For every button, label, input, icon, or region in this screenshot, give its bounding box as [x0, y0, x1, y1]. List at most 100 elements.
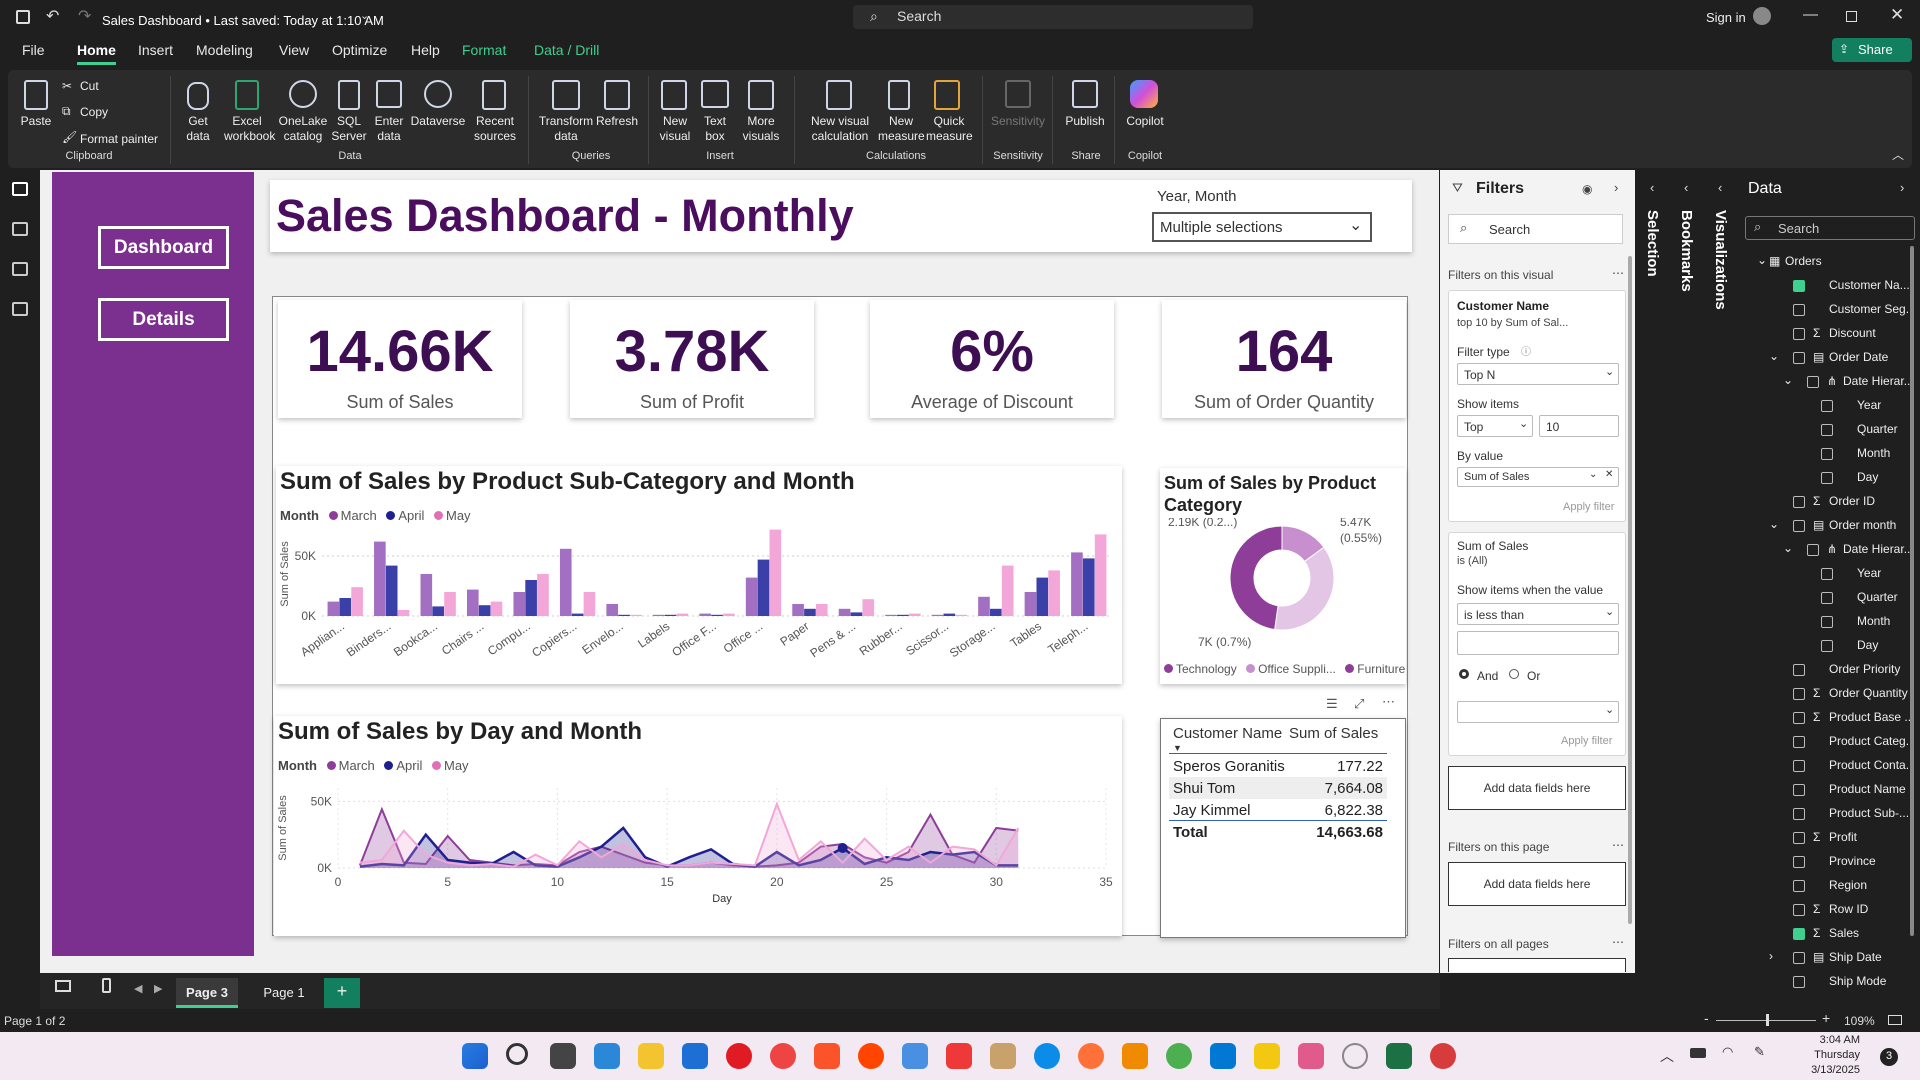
- transform-data-button[interactable]: Transform data: [538, 114, 594, 144]
- kpi-card-sales[interactable]: 14.66K Sum of Sales: [278, 300, 522, 418]
- field-checkbox[interactable]: [1793, 880, 1805, 892]
- chrome-icon[interactable]: [770, 1043, 796, 1069]
- field-checkbox[interactable]: [1793, 520, 1805, 532]
- field-checkbox[interactable]: [1821, 640, 1833, 652]
- expand-visualizations-icon[interactable]: ‹: [1718, 180, 1722, 195]
- field-checkbox[interactable]: [1821, 400, 1833, 412]
- more-visuals-button[interactable]: More visuals: [736, 114, 786, 144]
- redo-icon[interactable]: ↷: [78, 6, 91, 26]
- bar-chart-card[interactable]: Sum of Sales by Product Sub-Category and…: [276, 466, 1122, 684]
- text-box-button[interactable]: Text box: [698, 114, 732, 144]
- data-field-item[interactable]: Date Hierar...: [1843, 542, 1911, 556]
- focus-mode-icon[interactable]: ⤢: [1354, 696, 1364, 712]
- battery-icon[interactable]: [1690, 1048, 1706, 1058]
- field-checkbox[interactable]: [1793, 280, 1805, 292]
- apply-filter-button[interactable]: Apply filter: [1561, 735, 1612, 747]
- visual-filter-icon[interactable]: ☰: [1326, 696, 1338, 712]
- data-field-item[interactable]: Row ID: [1829, 902, 1868, 916]
- kpi-card-profit[interactable]: 3.78K Sum of Profit: [570, 300, 814, 418]
- zoom-level[interactable]: 109%: [1844, 1014, 1875, 1028]
- new-visual-button[interactable]: New visual: [656, 114, 694, 144]
- start-icon[interactable]: [462, 1043, 488, 1069]
- expand-selection-icon[interactable]: ‹: [1650, 180, 1654, 195]
- legend-item[interactable]: March: [339, 758, 375, 773]
- brave-icon[interactable]: [814, 1043, 840, 1069]
- data-field-item[interactable]: Customer Seg...: [1829, 302, 1911, 316]
- package-icon[interactable]: [990, 1043, 1016, 1069]
- field-checkbox[interactable]: [1793, 712, 1805, 724]
- data-field-item[interactable]: Province: [1829, 854, 1876, 868]
- data-field-item[interactable]: Order Date: [1829, 350, 1888, 364]
- bookmarks-pane-tab[interactable]: Bookmarks: [1678, 210, 1695, 292]
- data-search-input[interactable]: Search: [1745, 216, 1915, 240]
- customer-table[interactable]: Customer Name Sum of Sales ▼ Speros Gora…: [1160, 718, 1406, 938]
- app-icon[interactable]: [1342, 1043, 1368, 1069]
- data-scrollbar[interactable]: [1910, 246, 1914, 936]
- menu-file[interactable]: File: [22, 42, 45, 58]
- chrome-profile-icon[interactable]: [1166, 1043, 1192, 1069]
- refresh-button[interactable]: Refresh: [594, 114, 640, 129]
- second-condition-dropdown[interactable]: [1457, 701, 1619, 723]
- legend-item[interactable]: March: [341, 508, 377, 523]
- title-chevron-icon[interactable]: ⌄: [360, 9, 369, 22]
- menu-insert[interactable]: Insert: [138, 42, 173, 58]
- data-field-item[interactable]: Customer Na...: [1829, 278, 1910, 292]
- donut-chart-card[interactable]: Sum of Sales by Product Category 2.19K (…: [1160, 468, 1406, 684]
- data-field-item[interactable]: Day: [1857, 470, 1878, 484]
- pen-icon[interactable]: ✎: [1754, 1044, 1765, 1060]
- menu-home[interactable]: Home: [77, 42, 116, 58]
- table-row[interactable]: Shui Tom 7,664.08: [1169, 777, 1387, 799]
- legend-item[interactable]: Furniture: [1357, 662, 1405, 676]
- clock-date[interactable]: 3/13/2025: [1800, 1064, 1860, 1076]
- legend-item[interactable]: May: [444, 758, 469, 773]
- power-bi-icon[interactable]: [1254, 1043, 1280, 1069]
- more-options-icon[interactable]: ⋯: [1612, 935, 1624, 949]
- tray-chevron-icon[interactable]: ︿: [1660, 1046, 1674, 1066]
- add-page-button[interactable]: +: [324, 978, 360, 1008]
- field-checkbox[interactable]: [1793, 328, 1805, 340]
- more-options-icon[interactable]: ⋯: [1612, 266, 1624, 280]
- year-month-slicer[interactable]: Multiple selections: [1152, 212, 1372, 242]
- data-field-item[interactable]: Product Base ...: [1829, 710, 1911, 724]
- details-nav-button[interactable]: Details: [98, 298, 229, 341]
- and-radio[interactable]: [1459, 669, 1469, 679]
- field-checkbox[interactable]: [1821, 448, 1833, 460]
- legend-item[interactable]: April: [398, 508, 424, 523]
- quick-measure-button[interactable]: Quick measure: [926, 114, 973, 144]
- collapse-data-icon[interactable]: ›: [1900, 180, 1904, 195]
- avatar[interactable]: [1753, 7, 1771, 25]
- legend-item[interactable]: Technology: [1176, 662, 1237, 676]
- filter-type-dropdown[interactable]: Top N: [1457, 363, 1619, 385]
- new-visual-calculation-button[interactable]: New visual calculation: [800, 114, 880, 144]
- model-view-icon[interactable]: [12, 262, 28, 276]
- data-field-item[interactable]: Order Quantity: [1829, 686, 1908, 700]
- dataverse-button[interactable]: Dataverse: [408, 114, 468, 129]
- copilot-button[interactable]: Copilot: [1122, 114, 1168, 129]
- field-checkbox[interactable]: [1793, 784, 1805, 796]
- report-view-icon[interactable]: [12, 182, 28, 196]
- field-checkbox[interactable]: [1821, 616, 1833, 628]
- zoom-in-icon[interactable]: +: [1822, 1010, 1830, 1026]
- data-field-item[interactable]: Year: [1857, 566, 1881, 580]
- widgets-icon[interactable]: [594, 1043, 620, 1069]
- field-checkbox[interactable]: [1807, 544, 1819, 556]
- data-field-item[interactable]: Product Categ...: [1829, 734, 1911, 748]
- undo-icon[interactable]: ↶: [46, 6, 59, 26]
- field-checkbox[interactable]: [1793, 736, 1805, 748]
- data-field-item[interactable]: Product Conta...: [1829, 758, 1911, 772]
- tab-page-3[interactable]: Page 3: [176, 978, 238, 1008]
- firefox-icon[interactable]: [1078, 1043, 1104, 1069]
- field-checkbox[interactable]: [1793, 496, 1805, 508]
- sum-of-sales-filter-card[interactable]: Sum of Sales is (All) Show items when th…: [1448, 532, 1626, 756]
- menu-modeling[interactable]: Modeling: [196, 42, 253, 58]
- table-row[interactable]: Jay Kimmel 6,822.38: [1169, 799, 1387, 821]
- apply-filter-button[interactable]: Apply filter: [1563, 501, 1614, 513]
- collapse-ribbon-icon[interactable]: ︿: [1892, 146, 1904, 163]
- get-data-button[interactable]: Get data: [176, 114, 220, 144]
- slicer-chevron-icon[interactable]: ⌄: [1349, 215, 1362, 235]
- task-view-icon[interactable]: [550, 1043, 576, 1069]
- data-field-item[interactable]: Product Sub-...: [1829, 806, 1909, 820]
- excel-icon[interactable]: [1386, 1043, 1412, 1069]
- visibility-icon[interactable]: ◉: [1582, 182, 1592, 196]
- prev-page-icon[interactable]: ◀: [134, 982, 142, 995]
